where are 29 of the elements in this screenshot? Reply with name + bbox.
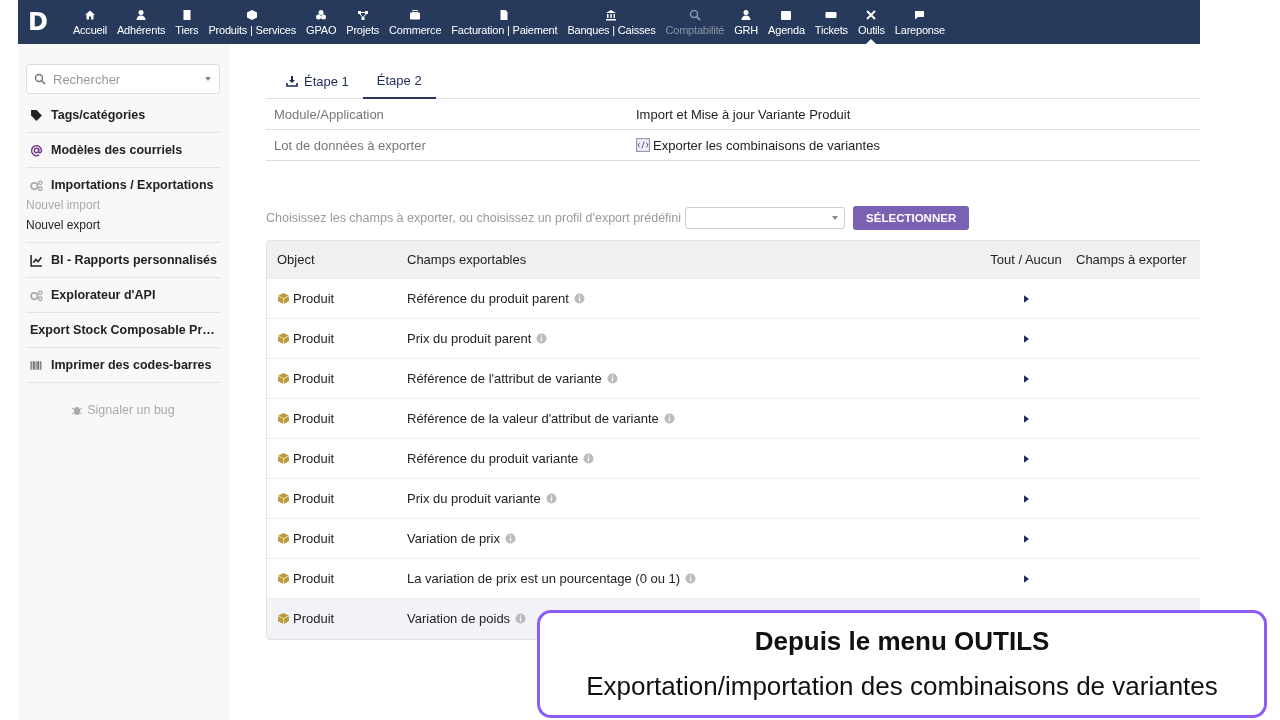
table-cell: Prix du produit parent [407, 331, 532, 346]
table-cell: Variation de poids [407, 611, 511, 626]
table-cell: Produit [293, 571, 335, 586]
table-cell: Référence du produit parent [407, 291, 569, 306]
field-value: Exporter les combinaisons de variantes [653, 137, 880, 153]
profile-label: Choisissez les champs à exporter, ou choisissez un profil d'export prédéfini [266, 211, 682, 225]
callout-text: Exportation/importation des combinaisons de variantes [586, 671, 1218, 702]
table-cell: Produit [293, 451, 335, 466]
column-header: Champs exportables [407, 252, 528, 267]
column-header: Tout / Aucun [989, 252, 1063, 267]
table-cell: Produit [293, 531, 335, 546]
table-cell: Référence de l'attribut de variante [407, 371, 602, 386]
table-cell: Produit [293, 611, 335, 626]
table-cell: Produit [293, 291, 335, 306]
field-value: Import et Mise à jour Variante Produit [636, 106, 851, 122]
callout-title: Depuis le menu OUTILS [754, 626, 1050, 657]
table-cell: Variation de prix [407, 531, 500, 546]
table-cell: Produit [293, 331, 335, 346]
column-header: Object [276, 252, 316, 267]
field-label: Module/Application [273, 106, 385, 122]
column-header: Champs à exporter [1076, 252, 1188, 267]
table-cell: Référence du produit variante [407, 451, 579, 466]
table-cell: Produit [293, 411, 335, 426]
table-cell: Référence de la valeur d'attribut de variante [407, 411, 659, 426]
table-cell: Produit [293, 491, 335, 506]
table-cell: La variation de prix est un pourcentage (0 ou 1) [407, 571, 681, 586]
table-cell: Produit [293, 371, 335, 386]
field-label: Lot de données à exporter [273, 137, 427, 153]
table-cell: Prix du produit variante [407, 491, 541, 506]
